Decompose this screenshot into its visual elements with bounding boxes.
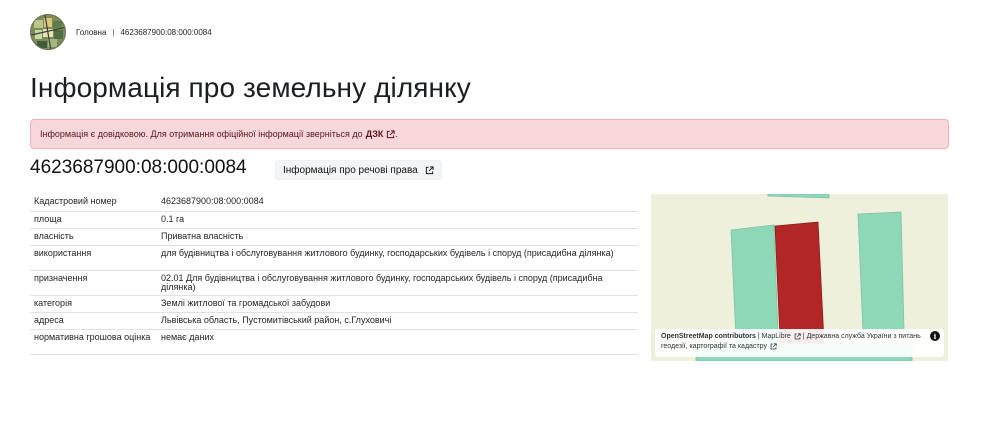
land-map-logo-icon[interactable] — [30, 14, 66, 50]
alert-trailing: . — [395, 129, 398, 139]
table-row: власність Приватна власність — [30, 228, 638, 246]
row-key: використання — [30, 245, 157, 271]
alert-text: Інформація є довідковою. Для отримання о… — [40, 129, 363, 139]
row-key: нормативна грошова оцінка — [30, 329, 157, 355]
breadcrumb-separator: | — [112, 27, 115, 37]
breadcrumb: Головна | 4623687900:08:000:0084 — [76, 28, 212, 37]
maplibre-link[interactable]: MapLibre — [762, 333, 791, 340]
row-value: Приватна власність — [157, 228, 638, 246]
external-link-icon — [770, 342, 777, 349]
info-alert: Інформація є довідковою. Для отримання о… — [30, 119, 949, 149]
external-link-icon — [387, 130, 395, 139]
table-row: категорія Землі житлової та громадської … — [30, 295, 638, 313]
table-row: адреса Львівська область, Пустомитівськи… — [30, 312, 638, 330]
row-value: немає даних — [157, 329, 638, 355]
info-icon[interactable]: i — [930, 331, 940, 341]
row-value: Землі житлової та громадської забудови — [157, 295, 638, 313]
attribution-separator: | — [757, 333, 760, 340]
dzk-link-label: ДЗК — [365, 128, 384, 139]
neighbor-parcel[interactable] — [857, 211, 905, 334]
row-value: для будівництва і обслуговування житлово… — [157, 245, 638, 271]
external-link-icon — [794, 332, 801, 339]
row-key: призначення — [30, 270, 157, 296]
table-row: використання для будівництва і обслугову… — [30, 245, 638, 271]
table-row: призначення 02.01 Для будівництва і обсл… — [30, 270, 638, 296]
property-rights-button-label: Інформація про речові права — [283, 164, 418, 176]
osm-link[interactable]: OpenStreetMap contributors — [661, 333, 756, 340]
property-rights-button[interactable]: Інформація про речові права — [275, 160, 442, 180]
cadastral-number-heading: 4623687900:08:000:0084 — [30, 157, 247, 178]
row-value: 4623687900:08:000:0084 — [157, 194, 638, 212]
breadcrumb-current: 4623687900:08:000:0084 — [120, 27, 212, 37]
parcel-details-table: Кадастровий номер 4623687900:08:000:0084… — [30, 194, 638, 355]
page-title: Інформація про земельну ділянку — [30, 72, 471, 103]
external-link-icon — [425, 165, 434, 174]
dzk-link[interactable]: ДЗК — [366, 129, 396, 139]
map-attribution: OpenStreetMap contributors | MapLibre | … — [655, 329, 944, 357]
breadcrumb-home-link[interactable]: Головна — [76, 28, 106, 37]
row-key: власність — [30, 228, 157, 246]
row-key: Кадастровий номер — [30, 194, 157, 212]
attribution-separator: | — [802, 333, 805, 340]
table-row: площа 0.1 га — [30, 211, 638, 229]
table-row: нормативна грошова оцінка немає даних — [30, 329, 638, 355]
row-key: площа — [30, 211, 157, 229]
table-row: Кадастровий номер 4623687900:08:000:0084 — [30, 194, 638, 212]
row-value: Львівська область, Пустомитівський район… — [157, 312, 638, 330]
row-key: категорія — [30, 295, 157, 313]
row-value: 0.1 га — [157, 211, 638, 229]
header: Головна | 4623687900:08:000:0084 — [30, 13, 212, 51]
row-key: адреса — [30, 312, 157, 330]
row-value: 02.01 Для будівництва і обслуговування ж… — [157, 270, 638, 296]
